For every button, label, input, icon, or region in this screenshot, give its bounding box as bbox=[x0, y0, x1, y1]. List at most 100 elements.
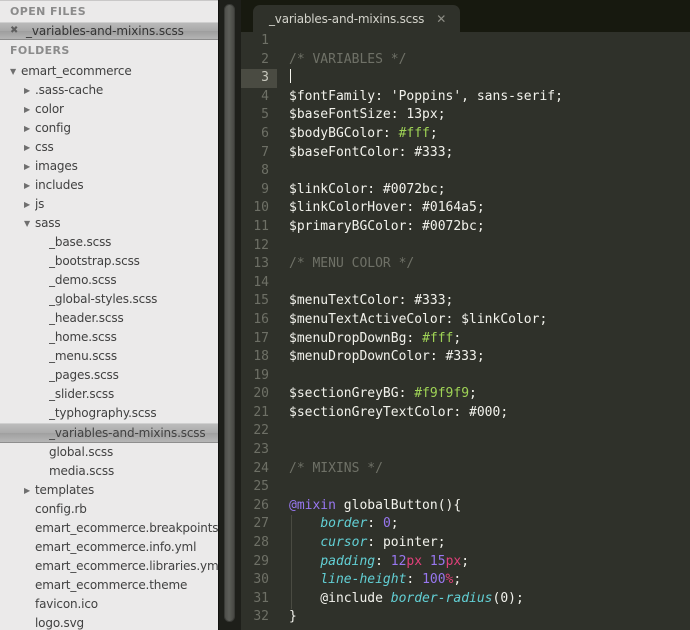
code-line[interactable]: 17 $menuDropDownBg: #fff; bbox=[241, 330, 690, 349]
tree-file[interactable]: emart_ecommerce.theme bbox=[0, 576, 218, 595]
code-token: px bbox=[406, 553, 423, 569]
code-line[interactable]: 5 $baseFontSize: 13px; bbox=[241, 106, 690, 125]
sidebar-scrollbar[interactable] bbox=[224, 4, 235, 622]
tree-file[interactable]: emart_ecommerce.libraries.yml bbox=[0, 557, 218, 576]
tree-item-label: .sass-cache bbox=[35, 83, 104, 97]
code-token: pointer bbox=[382, 535, 438, 551]
tree-file[interactable]: logo.svg bbox=[0, 614, 218, 630]
code-line[interactable]: 23 bbox=[241, 441, 690, 460]
chevron-right-icon[interactable]: ▶ bbox=[24, 81, 35, 100]
tree-file[interactable]: _header.scss bbox=[0, 309, 218, 328]
tree-item-label: logo.svg bbox=[35, 616, 85, 630]
code-line-text: /* MIXINS */ bbox=[277, 460, 383, 479]
code-token: ; bbox=[390, 516, 399, 532]
code-line[interactable]: 31 @include border-radius(0); bbox=[241, 589, 690, 609]
tree-file[interactable]: media.scss bbox=[0, 462, 218, 481]
tree-folder[interactable]: ▶ .sass-cache bbox=[0, 81, 218, 100]
tree-file[interactable]: _home.scss bbox=[0, 328, 218, 347]
code-token: $menuDropDownBg: bbox=[289, 330, 423, 346]
code-line-text: $linkColorHover: #0164a5; bbox=[277, 199, 485, 218]
chevron-right-icon[interactable]: ▶ bbox=[24, 119, 35, 138]
tree-folder[interactable]: ▶ config bbox=[0, 119, 218, 138]
tree-file[interactable]: emart_ecommerce.info.yml bbox=[0, 538, 218, 557]
tree-file[interactable]: config.rb bbox=[0, 500, 218, 519]
code-line[interactable]: 2 /* VARIABLES */ bbox=[241, 51, 690, 70]
chevron-right-icon[interactable]: ▶ bbox=[24, 157, 35, 176]
tree-file[interactable]: _demo.scss bbox=[0, 271, 218, 290]
line-number: 27 bbox=[253, 516, 269, 532]
code-line[interactable]: 24 /* MIXINS */ bbox=[241, 460, 690, 479]
open-file-item[interactable]: ✖ _variables-and-mixins.scss bbox=[0, 22, 218, 40]
code-line[interactable]: 14 bbox=[241, 274, 690, 293]
code-line[interactable]: 13 /* MENU COLOR */ bbox=[241, 255, 690, 274]
code-line[interactable]: 16 $menuTextActiveColor: $linkColor; bbox=[241, 311, 690, 330]
code-line[interactable]: 3 bbox=[241, 69, 690, 88]
code-line[interactable]: 1 bbox=[241, 32, 690, 51]
code-line[interactable]: 11 $primaryBGColor: #0072bc; bbox=[241, 218, 690, 237]
tree-folder[interactable]: ▶ includes bbox=[0, 176, 218, 195]
tree-item-label: emart_ecommerce.info.yml bbox=[35, 540, 197, 554]
tree-item-label: _home.scss bbox=[49, 330, 117, 344]
code-line[interactable]: 30 line-height: 100%; bbox=[241, 571, 690, 591]
tree-folder[interactable]: ▶ images bbox=[0, 157, 218, 176]
code-line-text: $fontFamily: 'Poppins', sans-serif; bbox=[277, 88, 563, 107]
chevron-right-icon[interactable]: ▶ bbox=[24, 100, 35, 119]
code-line[interactable]: 10 $linkColorHover: #0164a5; bbox=[241, 199, 690, 218]
tree-file[interactable]: _menu.scss bbox=[0, 347, 218, 366]
code-line[interactable]: 4 $fontFamily: 'Poppins', sans-serif; bbox=[241, 88, 690, 107]
tree-file[interactable]: _slider.scss bbox=[0, 385, 218, 404]
code-line[interactable]: 7 $baseFontColor: #333; bbox=[241, 144, 690, 163]
code-line[interactable]: 22 bbox=[241, 422, 690, 441]
code-line[interactable]: 15 $menuTextColor: #333; bbox=[241, 292, 690, 311]
code-line[interactable]: 20 $sectionGreyBG: #f9f9f9; bbox=[241, 385, 690, 404]
tree-folder[interactable]: ▶ css bbox=[0, 138, 218, 157]
code-token: line-height bbox=[320, 572, 407, 588]
line-number: 19 bbox=[253, 367, 269, 383]
tree-file[interactable]: favicon.ico bbox=[0, 595, 218, 614]
chevron-right-icon[interactable]: ▶ bbox=[24, 481, 35, 500]
code-line[interactable]: 25 bbox=[241, 478, 690, 497]
code-line[interactable]: 8 bbox=[241, 162, 690, 181]
code-line[interactable]: 26 @mixin globalButton(){ bbox=[241, 497, 690, 516]
chevron-right-icon[interactable]: ▶ bbox=[24, 138, 35, 157]
tab-close-icon[interactable]: ✕ bbox=[436, 13, 446, 25]
code-line[interactable]: 32} bbox=[241, 608, 690, 627]
chevron-right-icon[interactable]: ▶ bbox=[24, 195, 35, 214]
code-line[interactable]: 9 $linkColor: #0072bc; bbox=[241, 181, 690, 200]
tree-folder[interactable]: ▶ templates bbox=[0, 481, 218, 500]
tree-folder[interactable]: ▼ emart_ecommerce bbox=[0, 62, 218, 81]
tree-folder[interactable]: ▶ color bbox=[0, 100, 218, 119]
tree-file[interactable]: emart_ecommerce.breakpoints.yml bbox=[0, 519, 218, 538]
tree-file[interactable]: _global-styles.scss bbox=[0, 290, 218, 309]
tree-file[interactable]: _typhography.scss bbox=[0, 404, 218, 423]
code-line[interactable]: 19 bbox=[241, 367, 690, 386]
tree-folder[interactable]: ▼ sass bbox=[0, 214, 218, 233]
code-line[interactable]: 29 padding: 12px 15px; bbox=[241, 552, 690, 572]
close-icon[interactable]: ✖ bbox=[10, 22, 19, 40]
code-line[interactable]: 21 $sectionGreyTextColor: #000; bbox=[241, 404, 690, 423]
code-line[interactable]: 28 cursor: pointer; bbox=[241, 534, 690, 554]
tree-file[interactable]: _bootstrap.scss bbox=[0, 252, 218, 271]
code-editor[interactable]: 1 2/* VARIABLES */3 4 $fontFamily: 'Poppins… bbox=[241, 32, 690, 630]
tree-file[interactable]: _variables-and-mixins.scss bbox=[0, 423, 218, 443]
tree-item-label: config.rb bbox=[35, 502, 87, 516]
tree-file[interactable]: _base.scss bbox=[0, 233, 218, 252]
chevron-down-icon[interactable]: ▼ bbox=[10, 62, 21, 81]
code-line[interactable]: 27 border: 0; bbox=[241, 515, 690, 535]
code-line[interactable]: 12 bbox=[241, 237, 690, 256]
sidebar-splitter[interactable] bbox=[218, 0, 241, 630]
tree-file[interactable]: _pages.scss bbox=[0, 366, 218, 385]
code-token: $primaryBGColor: #0072bc; bbox=[289, 218, 485, 234]
line-number: 12 bbox=[253, 237, 269, 253]
tree-folder[interactable]: ▶ js bbox=[0, 195, 218, 214]
code-line[interactable]: 6 $bodyBGColor: #fff; bbox=[241, 125, 690, 144]
chevron-down-icon[interactable]: ▼ bbox=[24, 214, 35, 233]
chevron-right-icon[interactable]: ▶ bbox=[24, 176, 35, 195]
tree-item-label: color bbox=[35, 102, 64, 116]
tab-variables-and-mixins[interactable]: _variables-and-mixins.scss ✕ bbox=[253, 5, 461, 32]
code-token: ; bbox=[437, 535, 446, 551]
line-number: 30 bbox=[253, 572, 269, 588]
code-line[interactable]: 18 $menuDropDownColor: #333; bbox=[241, 348, 690, 367]
tree-file[interactable]: global.scss bbox=[0, 443, 218, 462]
